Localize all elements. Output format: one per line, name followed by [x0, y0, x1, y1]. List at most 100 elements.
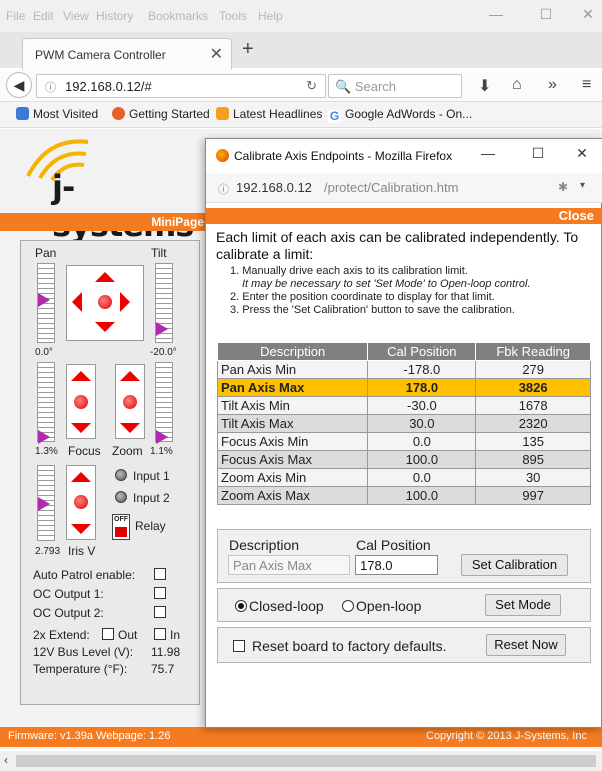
temperature-label: Temperature (°F):	[33, 662, 128, 676]
tab-pwm-camera[interactable]: PWM Camera Controller ✕	[22, 38, 232, 70]
popup-url-bar[interactable]: ⓘ 192.168.0.12 /protect/Calibration.htm …	[206, 173, 602, 203]
pan-slider-thumb[interactable]	[38, 293, 50, 307]
search-placeholder: 🔍 Search	[335, 79, 396, 95]
table-cell: 3826	[475, 378, 591, 397]
tilt-slider-thumb[interactable]	[156, 322, 168, 336]
open-loop-radio[interactable]	[342, 600, 354, 612]
pan-label: Pan	[35, 246, 57, 260]
horizontal-scrollbar[interactable]: ‹	[0, 751, 602, 771]
search-input[interactable]: 🔍 Search	[328, 74, 462, 98]
menu-help[interactable]: Help	[258, 9, 283, 23]
table-row[interactable]: Focus Axis Min 0.0 135	[216, 432, 591, 451]
iris-down-button[interactable]	[71, 524, 91, 534]
table-row[interactable]: Tilt Axis Max 30.0 2320	[216, 414, 591, 433]
extend-in-label: In	[170, 628, 181, 642]
iris-center-button[interactable]	[74, 495, 88, 509]
focus-up-button[interactable]	[71, 371, 91, 381]
table-cell: Tilt Axis Min	[216, 396, 369, 415]
puzzle-icon[interactable]: ✱	[558, 180, 568, 194]
iris-up-button[interactable]	[71, 472, 91, 482]
input1-label: Input 1	[133, 469, 170, 483]
reload-icon[interactable]: ↻	[306, 78, 317, 94]
cal-position-input[interactable]: 178.0	[355, 555, 438, 575]
zoom-slider-thumb[interactable]	[156, 430, 168, 444]
popup-close-icon[interactable]: ✕	[572, 145, 592, 162]
menu-tools[interactable]: Tools	[219, 9, 247, 23]
bookmark-label: Google AdWords - On...	[345, 107, 473, 121]
bookmark-label: Latest Headlines	[233, 107, 323, 121]
step-2: 2. Enter the position coordinate to disp…	[230, 291, 495, 303]
table-row[interactable]: Focus Axis Max 100.0 895	[216, 450, 591, 469]
url-bar[interactable]: ⓘ 192.168.0.12/# ↻	[36, 74, 326, 98]
logo-text: j-systems	[52, 168, 194, 244]
firmware-text: Firmware: v1.39a Webpage: 1.26	[8, 730, 171, 742]
table-row-selected[interactable]: Pan Axis Max 178.0 3826	[216, 378, 591, 397]
zoom-down-button[interactable]	[120, 423, 140, 433]
relay-label: Relay	[135, 519, 166, 533]
table-row[interactable]: Pan Axis Min -178.0 279	[216, 360, 591, 379]
bookmark-latest-headlines[interactable]: Latest Headlines	[216, 107, 322, 121]
bookmark-most-visited[interactable]: Most Visited	[16, 107, 98, 121]
bus-level-value: 11.98	[151, 645, 181, 659]
bookmark-getting-started[interactable]: Getting Started	[112, 107, 210, 121]
reset-now-button[interactable]: Reset Now	[486, 634, 566, 656]
close-icon[interactable]: ✕	[578, 6, 598, 23]
info-icon[interactable]: ⓘ	[218, 181, 229, 197]
menu-bookmarks[interactable]: Bookmarks	[148, 9, 208, 23]
overflow-icon[interactable]: »	[548, 76, 557, 94]
table-row[interactable]: Zoom Axis Max 100.0 997	[216, 486, 591, 505]
zoom-percent: 1.1%	[150, 446, 173, 457]
info-icon[interactable]: ⓘ	[45, 79, 56, 95]
table-row[interactable]: Zoom Axis Min 0.0 30	[216, 468, 591, 487]
oc-output1-checkbox[interactable]	[154, 587, 166, 599]
reset-checkbox[interactable]	[233, 640, 245, 652]
pan-tilt-home-button[interactable]	[98, 295, 112, 309]
popup-close-link[interactable]: Close	[559, 208, 594, 223]
pan-right-button[interactable]	[120, 292, 130, 312]
focus-slider-thumb[interactable]	[38, 430, 50, 444]
zoom-center-button[interactable]	[123, 395, 137, 409]
popup-minimize-icon[interactable]: —	[478, 145, 498, 161]
focus-percent: 1.3%	[35, 446, 58, 457]
tilt-up-button[interactable]	[95, 272, 115, 282]
menu-edit[interactable]: Edit	[33, 9, 54, 23]
download-icon[interactable]: ⬇	[478, 76, 491, 96]
new-tab-icon[interactable]: +	[242, 38, 254, 61]
bookmark-google-adwords[interactable]: G Google AdWords - On...	[328, 107, 472, 123]
maximize-icon[interactable]: ☐	[536, 6, 556, 23]
table-cell: 30	[475, 468, 591, 487]
iris-slider-thumb[interactable]	[38, 497, 50, 511]
pan-value: 0.0°	[35, 347, 53, 358]
scroll-left-icon[interactable]: ‹	[4, 753, 8, 767]
menu-history[interactable]: History	[96, 9, 133, 23]
dropdown-icon[interactable]: ▾	[580, 180, 585, 191]
auto-patrol-checkbox[interactable]	[154, 568, 166, 580]
oc-output2-checkbox[interactable]	[154, 606, 166, 618]
tab-close-icon[interactable]: ✕	[210, 44, 223, 64]
minipage-link[interactable]: MiniPage	[151, 215, 204, 229]
home-icon[interactable]: ⌂	[512, 76, 522, 94]
focus-down-button[interactable]	[71, 423, 91, 433]
set-calibration-button[interactable]: Set Calibration	[461, 554, 568, 576]
table-row[interactable]: Tilt Axis Min -30.0 1678	[216, 396, 591, 415]
popup-maximize-icon[interactable]: ☐	[528, 145, 548, 162]
menu-file[interactable]: File	[6, 9, 25, 23]
back-icon[interactable]: ◀	[6, 72, 32, 98]
table-cell: 997	[475, 486, 591, 505]
set-mode-button[interactable]: Set Mode	[485, 594, 561, 616]
closed-loop-radio[interactable]	[235, 600, 247, 612]
menu-view[interactable]: View	[63, 9, 89, 23]
footer-bar: Firmware: v1.39a Webpage: 1.26 Copyright…	[0, 727, 602, 747]
minimize-icon[interactable]: —	[486, 6, 506, 22]
hamburger-icon[interactable]: ≡	[582, 76, 591, 94]
extend-out-checkbox[interactable]	[102, 628, 114, 640]
pan-left-button[interactable]	[72, 292, 82, 312]
tilt-down-button[interactable]	[95, 322, 115, 332]
focus-center-button[interactable]	[74, 395, 88, 409]
oc-output2-label: OC Output 2:	[33, 606, 104, 620]
zoom-up-button[interactable]	[120, 371, 140, 381]
scrollbar-thumb[interactable]	[16, 755, 596, 767]
extend-in-checkbox[interactable]	[154, 628, 166, 640]
relay-switch[interactable]: OFF	[112, 514, 130, 540]
cal-position-label: Cal Position	[356, 537, 431, 553]
